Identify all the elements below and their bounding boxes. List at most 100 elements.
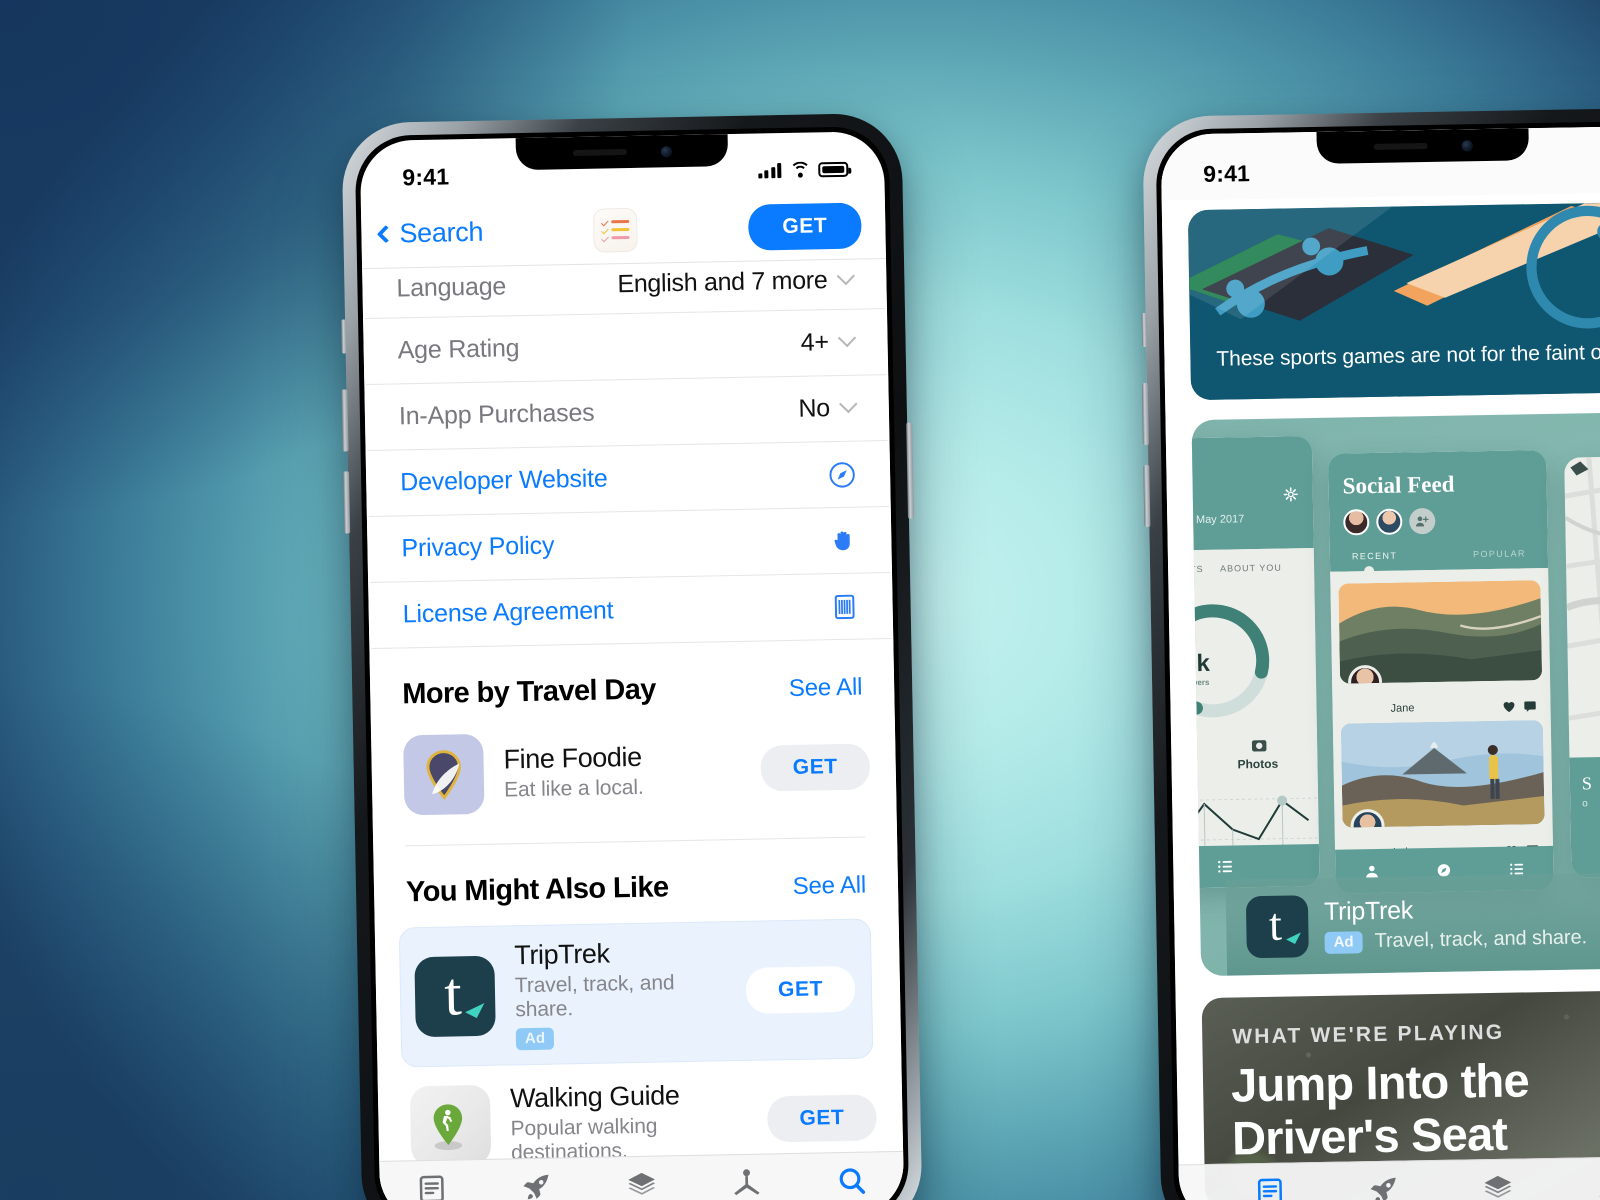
status-time: 9:41 — [1202, 159, 1251, 187]
battery-full-icon — [818, 161, 849, 177]
list-icon[interactable] — [1217, 859, 1233, 873]
card-eyebrow: WHAT WE'RE PLAYING — [1232, 1020, 1505, 1049]
list-icon[interactable] — [1509, 862, 1524, 875]
link-row-privacy-policy[interactable]: Privacy Policy — [368, 507, 891, 584]
post-author: Jane — [1390, 702, 1415, 715]
add-friend-button[interactable] — [1409, 507, 1436, 535]
tab-search[interactable] — [834, 1165, 869, 1198]
section-header-you-might-also-like: You Might Also Like See All — [373, 837, 898, 924]
cellular-bars-icon — [757, 162, 782, 178]
add-person-icon — [1415, 516, 1429, 527]
info-label: Age Rating — [397, 334, 520, 365]
triptrek-ad-bar[interactable]: t TripTrek Ad Travel, track, and share. — [1225, 868, 1600, 976]
arrow-glyph — [465, 996, 485, 1019]
tab-arcade[interactable] — [729, 1167, 764, 1200]
comment-icon[interactable] — [1523, 700, 1536, 712]
app-name: Walking Guide — [509, 1080, 680, 1114]
link-row-developer-website[interactable]: Developer Website — [367, 441, 889, 518]
fine-foodie-pin-icon — [403, 733, 485, 816]
card-title-line2: Driver's Seat — [1231, 1106, 1508, 1165]
app-row-fine-foodie[interactable]: Fine Foodie Eat like a local. GET — [371, 716, 897, 830]
get-button[interactable]: GET — [760, 743, 871, 792]
triptrek-t-icon: t — [1245, 895, 1309, 959]
volume-down-button[interactable] — [1143, 464, 1151, 527]
profile-tab-points[interactable]: POINTS — [1191, 564, 1203, 575]
feed-post-luke[interactable] — [1340, 720, 1545, 828]
see-all-link[interactable]: See All — [789, 674, 863, 703]
section-title: You Might Also Like — [405, 871, 669, 909]
app-subtitle: Travel, track, and share. — [514, 971, 675, 1022]
games-rocket-icon — [1370, 1177, 1396, 1200]
ad-subtitle: Travel, track, and share. — [1374, 926, 1588, 953]
tab-apps[interactable] — [1481, 1172, 1516, 1200]
triptrek-t-icon: t — [414, 955, 496, 1038]
hand-raised-icon — [834, 531, 850, 550]
app-detail-scroll-content[interactable]: Language English and 7 more Age Rating 4… — [362, 259, 905, 1200]
today-document-icon — [420, 1175, 445, 1200]
profile-tab-about-you[interactable]: ABOUT YOU — [1220, 563, 1282, 574]
compass-icon — [829, 461, 855, 488]
feed-tab-popular[interactable]: POPULAR — [1473, 548, 1526, 559]
get-button[interactable]: GET — [745, 965, 856, 1014]
get-app-button[interactable]: GET — [747, 202, 862, 251]
card-title-line1: Jump Into the — [1230, 1053, 1530, 1112]
gear-icon — [1283, 487, 1298, 502]
tab-games[interactable] — [1367, 1174, 1402, 1200]
back-to-search-button[interactable]: Search — [376, 217, 483, 250]
section-header-more-by: More by Travel Day See All — [369, 639, 894, 726]
status-time: 9:41 — [402, 162, 450, 190]
photos-icon — [1251, 740, 1267, 752]
tab-today[interactable] — [415, 1173, 450, 1200]
social-feed-title: Social Feed — [1342, 471, 1455, 499]
walking-guide-pin-icon — [409, 1084, 492, 1167]
app-store-today-content[interactable]: 9:41 These sports games are not for the … — [1160, 125, 1600, 1200]
avatar — [1376, 508, 1403, 535]
card-title: Jump Into the Driver's Seat — [1230, 1053, 1530, 1165]
notch — [1316, 128, 1530, 164]
tab-apps[interactable] — [624, 1169, 659, 1200]
link-row-license-agreement[interactable]: License Agreement — [370, 573, 892, 649]
earpiece-speaker — [1373, 143, 1428, 150]
feed-post-jane[interactable] — [1338, 580, 1543, 684]
volume-up-button[interactable] — [1141, 382, 1149, 446]
right-phone-device: 9:41 These sports games are not for the … — [1141, 107, 1600, 1200]
document-text-icon — [834, 594, 855, 619]
tab-games[interactable] — [520, 1171, 555, 1200]
link-label: Privacy Policy — [401, 531, 555, 563]
search-magnifier-icon — [839, 1168, 865, 1194]
arrow-glyph — [1286, 927, 1301, 945]
heart-icon[interactable] — [1502, 701, 1515, 713]
silent-switch[interactable] — [341, 319, 347, 354]
info-row-in-app-purchases[interactable]: In-App Purchases No — [366, 375, 888, 452]
arcade-person-icon — [734, 1169, 760, 1196]
info-row-age-rating[interactable]: Age Rating 4+ — [365, 309, 887, 386]
apps-stack-icon — [628, 1172, 656, 1195]
feed-tab-recent[interactable]: RECENT — [1352, 551, 1398, 562]
silent-switch[interactable] — [1141, 312, 1148, 348]
ad-badge: Ad — [1324, 930, 1363, 954]
get-button[interactable]: GET — [767, 1094, 877, 1143]
see-all-link[interactable]: See All — [792, 872, 866, 901]
app-row-triptrek[interactable]: t TripTrek Travel, track, and share. Ad … — [398, 918, 874, 1068]
info-label: Language — [396, 272, 507, 303]
volume-down-button[interactable] — [342, 471, 351, 534]
showcase-profile-screen: e since May 2017 — [1191, 436, 1320, 889]
tab-today[interactable] — [1253, 1176, 1288, 1200]
photos-label: Photos — [1237, 756, 1279, 772]
section-title: More by Travel Day — [401, 673, 657, 711]
tab-arcade[interactable] — [1595, 1170, 1600, 1200]
member-since-label: since May 2017 — [1191, 513, 1245, 527]
triptrek-showcase-card[interactable]: e since May 2017 — [1191, 409, 1600, 977]
followers-count: 13k — [1191, 649, 1211, 678]
chevron-down-icon — [837, 328, 857, 348]
ad-badge: Ad — [515, 1027, 555, 1051]
app-subtitle: Eat like a local. — [503, 775, 644, 802]
wifi-icon — [789, 161, 811, 178]
volume-up-button[interactable] — [341, 389, 349, 452]
app-name: TripTrek — [514, 938, 610, 971]
showcase-map-screen: S o — [1564, 455, 1600, 878]
chevron-down-icon — [839, 394, 858, 414]
chevron-left-icon — [376, 224, 396, 244]
hero-sports-card[interactable]: These sports games are not for the faint… — [1187, 199, 1600, 401]
today-document-icon — [1257, 1178, 1283, 1200]
